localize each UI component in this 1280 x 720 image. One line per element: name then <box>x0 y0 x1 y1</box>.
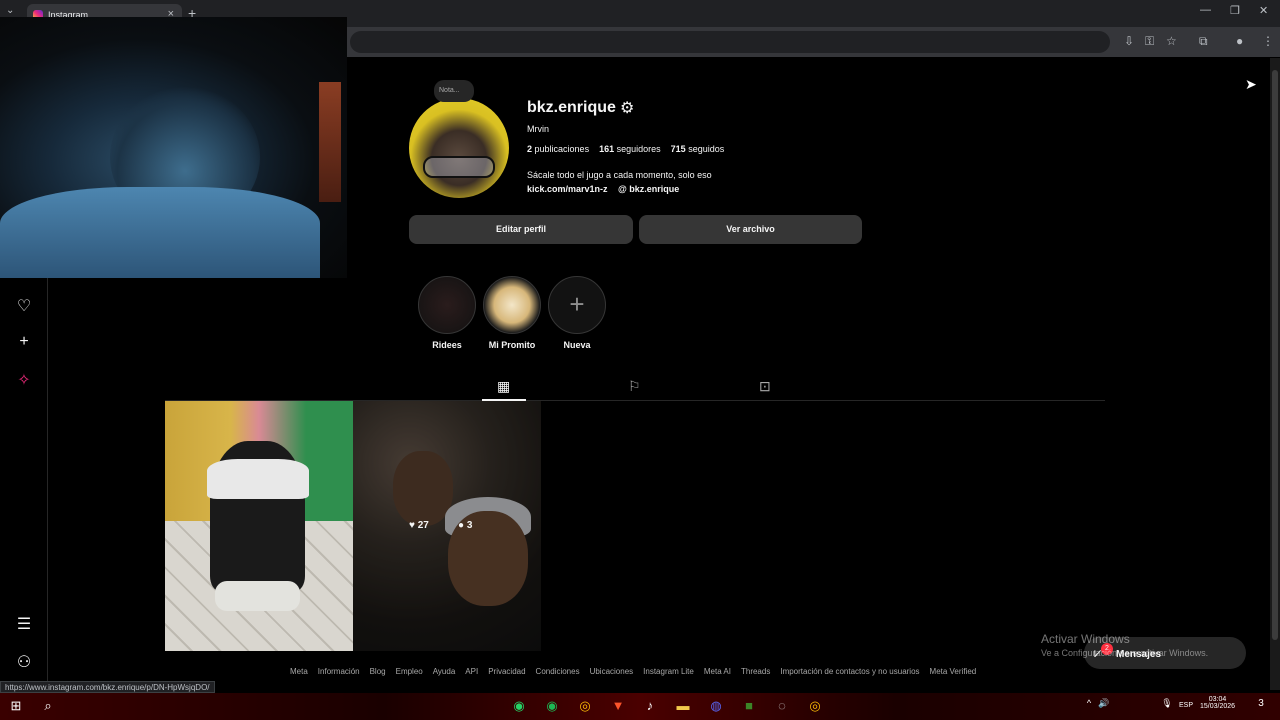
volume-icon[interactable]: 🔊 <box>1095 698 1113 709</box>
highlight-ridees[interactable] <box>418 276 476 334</box>
footer-links: Meta Información Blog Empleo Ayuda API P… <box>290 667 976 676</box>
tab-tagged-icon[interactable]: ⊡ <box>759 378 771 395</box>
mouse-cursor-icon: ➤ <box>1245 76 1257 92</box>
highlight-mi-promito[interactable] <box>483 276 541 334</box>
tab-posts-grid-icon[interactable]: ▦ <box>497 378 510 395</box>
input-language[interactable]: ESP <box>1179 702 1193 709</box>
windows-activation-title: Activar Windows <box>1041 632 1130 646</box>
tab-saved-bookmark-icon[interactable]: ⚐ <box>628 378 641 395</box>
discord-icon[interactable]: ◍ <box>707 698 725 714</box>
tiktok-icon[interactable]: ♪ <box>641 698 659 713</box>
post-comments-overlay: ● 3 <box>458 520 473 531</box>
clock-time: 03:04 <box>1208 696 1227 703</box>
highlight-new-plus-icon[interactable]: + <box>548 276 606 334</box>
taskbar-clock[interactable]: 03:04 15/03/2026 <box>1200 696 1235 710</box>
footer-link[interactable]: Meta AI <box>704 667 731 676</box>
also-from-meta-icon[interactable]: ⚇ <box>15 652 33 672</box>
highlight-label: Nueva <box>563 340 591 350</box>
footer-link[interactable]: Privacidad <box>488 667 525 676</box>
brave-icon[interactable]: ▼ <box>609 698 627 713</box>
post-likes-overlay: ♥ 27 <box>409 520 429 531</box>
close-window-icon[interactable]: ✕ <box>1259 4 1268 17</box>
create-plus-icon[interactable]: + <box>15 333 33 351</box>
microphone-icon[interactable]: 🎙 <box>1158 698 1176 709</box>
whatsapp-icon[interactable]: ◉ <box>510 698 528 714</box>
footer-link[interactable]: Blog <box>370 667 386 676</box>
meta-ai-sparkle-icon[interactable]: ✧ <box>15 370 33 390</box>
profile-username: bkz.enrique <box>527 99 616 116</box>
edit-profile-button[interactable]: Editar perfil <box>409 215 633 244</box>
bookmark-star-icon[interactable]: ☆ <box>1166 34 1177 48</box>
extensions-icon[interactable]: ⧉ <box>1199 34 1208 49</box>
comment-bubble-icon: ● <box>458 520 465 531</box>
stat-followers[interactable]: 161 seguidores <box>599 144 661 154</box>
footer-link[interactable]: Meta <box>290 667 308 676</box>
footer-link[interactable]: Ubicaciones <box>590 667 634 676</box>
password-key-icon[interactable]: ⚿ <box>1145 34 1154 49</box>
windows-start-icon[interactable]: ⊞ <box>7 698 25 714</box>
settings-gear-icon[interactable]: ⚙ <box>620 98 634 118</box>
profile-note[interactable]: Nota... <box>434 80 474 102</box>
address-bar[interactable] <box>350 31 1110 53</box>
stat-posts: 2 publicaciones <box>527 144 590 154</box>
clock-date: 15/03/2026 <box>1200 703 1236 710</box>
notification-center-icon[interactable]: 3 <box>1252 698 1270 709</box>
webcam-overlay <box>0 17 347 278</box>
footer-link[interactable]: Meta Verified <box>930 667 977 676</box>
link-status-bubble: https://www.instagram.com/bkz.enrique/p/… <box>0 681 215 693</box>
footer-link[interactable]: Empleo <box>396 667 423 676</box>
footer-link[interactable]: Instagram Lite <box>643 667 694 676</box>
threads-badge[interactable]: @ bkz.enrique <box>618 184 679 194</box>
spotify-icon[interactable]: ◉ <box>543 698 561 714</box>
scrollbar-thumb[interactable] <box>1272 70 1278 640</box>
profile-avatar[interactable] <box>409 98 509 198</box>
heart-icon: ♥ <box>409 520 415 531</box>
profile-stats: 2 publicaciones 161 seguidores 715 segui… <box>527 144 724 154</box>
browser-menu-icon[interactable]: ⋮ <box>1262 34 1274 48</box>
threads-icon: @ <box>618 184 627 194</box>
footer-link[interactable]: Importación de contactos y no usuarios <box>780 667 919 676</box>
restore-icon[interactable]: ❐ <box>1230 4 1240 17</box>
steam-icon[interactable]: ◌ <box>773 698 791 713</box>
footer-link[interactable]: API <box>465 667 478 676</box>
footer-link[interactable]: Ayuda <box>433 667 456 676</box>
highlight-label: Mi Promito <box>488 340 536 350</box>
search-icon[interactable]: ⌕ <box>39 698 57 714</box>
post-thumbnail-1[interactable] <box>165 401 353 651</box>
profile-bio: Sácale todo el jugo a cada momento, solo… <box>527 170 712 180</box>
windows-activation-subtitle: Ve a Configuración para activar Windows. <box>1041 648 1209 658</box>
minecraft-icon[interactable]: ■ <box>740 698 758 713</box>
profile-link[interactable]: kick.com/marv1n-z <box>527 184 608 194</box>
footer-link[interactable]: Condiciones <box>536 667 580 676</box>
minimize-icon[interactable]: — <box>1200 4 1211 16</box>
profile-avatar-icon[interactable]: ● <box>1236 34 1243 48</box>
file-explorer-icon[interactable]: ▬ <box>674 698 692 713</box>
highlight-label: Ridees <box>432 340 462 350</box>
stat-following[interactable]: 715 seguidos <box>671 144 725 154</box>
view-archive-button[interactable]: Ver archivo <box>639 215 862 244</box>
footer-link[interactable]: Información <box>318 667 360 676</box>
chrome-profile-icon[interactable]: ◎ <box>806 698 824 714</box>
more-menu-icon[interactable]: ☰ <box>15 614 33 634</box>
tab-search-icon[interactable]: ⌄ <box>6 5 14 16</box>
profile-full-name: Mrvin <box>527 124 549 134</box>
notifications-heart-icon[interactable]: ♡ <box>15 296 33 316</box>
post-thumbnail-2[interactable] <box>353 401 541 651</box>
chrome-icon[interactable]: ◎ <box>576 698 594 714</box>
footer-link[interactable]: Threads <box>741 667 770 676</box>
install-app-icon[interactable]: ⇩ <box>1124 34 1134 48</box>
